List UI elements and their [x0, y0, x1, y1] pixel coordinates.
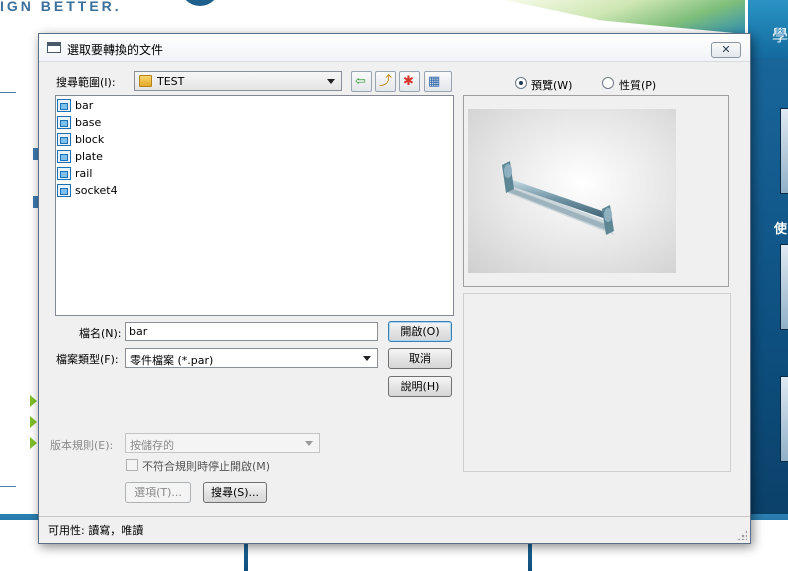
file-name: block	[75, 133, 105, 146]
window-icon	[47, 42, 61, 53]
part-file-icon	[57, 133, 71, 146]
file-name: socket4	[75, 184, 118, 197]
look-in-dropdown[interactable]: TEST	[134, 71, 342, 91]
chevron-down-icon	[305, 441, 313, 446]
file-name-value: bar	[129, 325, 148, 338]
part-file-icon	[57, 184, 71, 197]
file-list-item[interactable]: socket4	[57, 183, 167, 199]
file-type-dropdown[interactable]: 零件檔案 (*.par)	[125, 348, 378, 368]
revision-rule-dropdown[interactable]: 按儲存的	[125, 433, 320, 453]
chevron-down-icon	[327, 79, 335, 84]
stop-open-label: 不符合規則時停止開啟(M)	[142, 460, 271, 473]
search-button[interactable]: 搜尋(S)...	[203, 482, 267, 503]
help-button[interactable]: 說明(H)	[388, 376, 452, 397]
website-divider	[0, 486, 16, 487]
part-file-icon	[57, 167, 71, 180]
website-bullet-arrow-icon	[30, 395, 37, 407]
website-thumbnail[interactable]	[780, 108, 788, 194]
file-name: plate	[75, 150, 103, 163]
part-file-icon	[57, 99, 71, 112]
back-button[interactable]: ⇦	[351, 71, 372, 92]
file-name-input[interactable]: bar	[125, 322, 378, 341]
file-name: base	[75, 116, 102, 129]
cancel-button[interactable]: 取消	[388, 348, 452, 369]
website-bullet-arrow-icon	[30, 437, 37, 449]
up-folder-icon: ⤴	[379, 74, 393, 89]
preview-pane	[463, 95, 729, 287]
preview-radio-label: 預覽(W)	[531, 79, 573, 92]
properties-pane	[463, 293, 731, 472]
file-name: rail	[75, 167, 93, 180]
new-folder-button[interactable]: ✱	[399, 71, 420, 92]
file-name: bar	[75, 99, 94, 112]
website-tagline: IGN BETTER.	[0, 0, 122, 14]
file-type-value: 零件檔案 (*.par)	[130, 354, 214, 367]
website-right-heading: 學	[772, 26, 788, 45]
preview-radio[interactable]	[515, 77, 527, 89]
back-arrow-icon: ⇦	[355, 74, 366, 89]
close-button[interactable]: ✕	[711, 42, 741, 58]
website-right-subheading: 使	[774, 222, 788, 237]
options-button[interactable]: 選項(T)...	[125, 482, 191, 503]
up-one-level-button[interactable]: ⤴	[375, 71, 396, 92]
file-list-item[interactable]: block	[57, 132, 167, 148]
status-bar: 可用性: 讀寫，唯讀	[39, 516, 750, 543]
dialog-titlebar[interactable]: 選取要轉換的文件 ✕	[39, 34, 750, 62]
file-list-item[interactable]: bar	[57, 98, 167, 114]
revision-rule-label: 版本規則(E):	[50, 439, 114, 452]
part-preview-image	[468, 109, 676, 273]
file-name-label: 檔名(N):	[79, 327, 122, 340]
look-in-value: TEST	[157, 75, 185, 88]
properties-radio[interactable]	[602, 77, 614, 89]
file-list-item[interactable]: base	[57, 115, 167, 131]
look-in-label: 搜尋範圍(I):	[56, 76, 116, 89]
revision-rule-value: 按儲存的	[130, 439, 174, 452]
file-type-label: 檔案類型(F):	[56, 353, 119, 366]
chevron-down-icon	[363, 356, 371, 361]
new-folder-icon: ✱	[403, 74, 414, 89]
view-grid-icon: ▦	[428, 74, 441, 89]
part-file-icon	[57, 116, 71, 129]
website-thumbnail[interactable]	[780, 376, 788, 462]
rail-part-icon	[502, 161, 614, 235]
file-list[interactable]: bar base block plate rail socket4	[55, 95, 454, 316]
view-menu-button[interactable]: ▦	[424, 71, 452, 92]
website-divider	[0, 92, 16, 93]
resize-grip-icon[interactable]	[737, 530, 747, 540]
status-text: 可用性: 讀寫，唯讀	[48, 524, 144, 537]
properties-radio-label: 性質(P)	[619, 79, 657, 92]
website-bullet-arrow-icon	[30, 416, 37, 428]
file-list-item[interactable]: plate	[57, 149, 167, 165]
open-file-dialog: 選取要轉換的文件 ✕ 搜尋範圍(I): TEST ⇦ ⤴ ✱ ▦ bar bas…	[38, 33, 751, 544]
part-file-icon	[57, 150, 71, 163]
file-list-item[interactable]: rail	[57, 166, 167, 182]
folder-icon	[139, 75, 152, 87]
website-thumbnail[interactable]	[780, 244, 788, 330]
stop-open-checkbox[interactable]	[126, 459, 138, 471]
dialog-title: 選取要轉換的文件	[67, 43, 164, 57]
open-button[interactable]: 開啟(O)	[388, 321, 452, 342]
